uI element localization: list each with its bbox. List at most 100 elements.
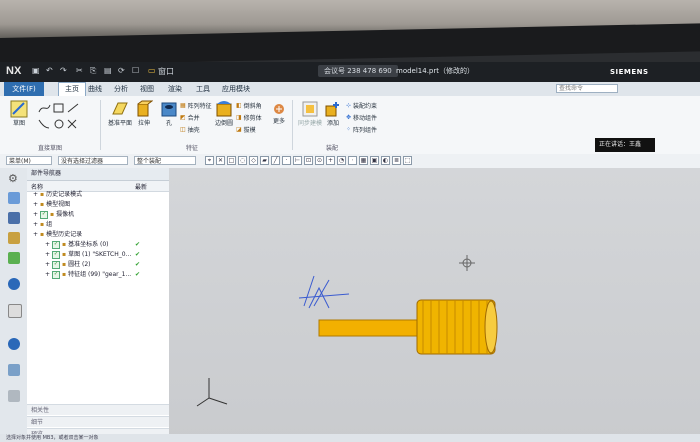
edge-blend-button[interactable]: 边倒圆 — [215, 100, 233, 127]
center-icon[interactable]: ⊙ — [315, 156, 324, 165]
curve-tools[interactable] — [38, 102, 88, 114]
pattern-feature-button[interactable]: ▦ 阵列特征 — [180, 101, 212, 110]
save-icon[interactable]: ▣ — [32, 66, 40, 75]
copy-icon[interactable]: ⎘ — [90, 66, 96, 76]
visibility-checkbox[interactable]: ✓ — [40, 210, 49, 219]
roles-icon[interactable] — [8, 390, 20, 402]
gear[interactable] — [416, 299, 498, 355]
control-point-icon[interactable]: ⊡ — [304, 156, 313, 165]
pattern-component-button[interactable]: ⁘ 阵列组件 — [346, 125, 377, 134]
command-search-input[interactable]: 查找命令 — [556, 84, 618, 93]
chamfer-button[interactable]: ◧ 倒斜角 — [236, 101, 262, 110]
redo-icon[interactable]: ↷ — [60, 66, 67, 75]
quadrant-icon[interactable]: ◔ — [337, 156, 346, 165]
tree-row[interactable]: + ✓ ▪ 基准坐标系 (0) ✔ — [27, 240, 169, 250]
tree-row[interactable]: + ✓ ▪ 草图 (1) "SKETCH_0... ✔ — [27, 250, 169, 260]
visibility-checkbox[interactable]: ✓ — [52, 250, 61, 259]
repeat-command-icon[interactable]: ⟳ — [118, 66, 125, 75]
layer-icon[interactable]: ≣ — [392, 156, 401, 165]
assembly-group-label: 装配 — [326, 145, 339, 152]
details-panel[interactable]: 细节 — [27, 416, 169, 427]
orient-icon[interactable]: ⬚ — [403, 156, 412, 165]
selection-scope-dropdown[interactable]: 整个装配 — [134, 156, 196, 165]
expand-icon[interactable]: + — [45, 251, 50, 258]
web-browser-icon[interactable] — [8, 278, 20, 290]
shaft[interactable] — [318, 319, 430, 337]
sketch-button[interactable]: 草图 — [10, 100, 28, 127]
expand-icon[interactable]: + — [33, 231, 38, 238]
draft-button[interactable]: ◪ 拔模 — [236, 125, 256, 134]
hole-button[interactable]: 孔 — [160, 100, 178, 127]
expand-icon[interactable]: + — [45, 271, 50, 278]
part-navigator-icon[interactable] — [8, 232, 20, 244]
face-icon[interactable]: ▰ — [260, 156, 269, 165]
visibility-checkbox[interactable]: ✓ — [52, 260, 61, 269]
window-label[interactable]: 窗口 — [158, 66, 174, 77]
add-component-button[interactable]: 添加 — [324, 100, 342, 127]
touch-mode-icon[interactable]: ☐ — [132, 66, 139, 75]
file-menu[interactable]: 文件(F) — [4, 82, 44, 96]
paste-icon[interactable]: ▤ — [104, 66, 112, 75]
expand-icon[interactable]: + — [33, 191, 38, 198]
cut-icon[interactable]: ✂ — [76, 66, 83, 75]
extrude-button[interactable]: 拉伸 — [135, 100, 153, 127]
assembly-constraint-button[interactable]: ⊹ 装配约束 — [346, 101, 377, 110]
datum-plane-button[interactable]: 基准平面 — [108, 100, 132, 127]
settings-icon[interactable]: ⚙ — [8, 172, 20, 185]
move-component-button[interactable]: ✥ 移动组件 — [346, 113, 377, 122]
point-icon[interactable]: ⋅ — [348, 156, 357, 165]
tab-analysis[interactable]: 分析 — [114, 84, 128, 94]
edge-icon[interactable]: ╱ — [271, 156, 280, 165]
tab-curve[interactable]: 曲线 — [88, 84, 102, 94]
render-style-icon[interactable]: ◐ — [381, 156, 390, 165]
endpoint-icon[interactable]: · — [282, 156, 291, 165]
clock-icon[interactable] — [8, 338, 20, 350]
rect-select-icon[interactable]: □ — [227, 156, 236, 165]
shell-button[interactable]: ◫ 抽壳 — [180, 125, 200, 134]
reuse-library-icon[interactable] — [8, 252, 20, 264]
constraint-navigator-icon[interactable] — [8, 212, 20, 224]
lasso-icon[interactable]: ◌ — [238, 156, 247, 165]
visibility-checkbox[interactable]: ✓ — [52, 240, 61, 249]
trim-body-button[interactable]: ◨ 修剪体 — [236, 113, 262, 122]
expand-icon[interactable]: + — [33, 221, 38, 228]
tab-applications[interactable]: 应用模块 — [222, 84, 250, 94]
tab-view[interactable]: 视图 — [140, 84, 154, 94]
graphics-window[interactable] — [169, 168, 700, 442]
tree-row[interactable]: + ✓ ▪ 摄像机 — [27, 210, 169, 220]
tab-home[interactable]: 主页 — [58, 82, 86, 96]
menu-dropdown[interactable]: 菜单(M) — [6, 156, 52, 165]
tab-render[interactable]: 渲染 — [168, 84, 182, 94]
view-icon[interactable]: ▣ — [370, 156, 379, 165]
selection-filter-dropdown[interactable]: 没有选择过滤器 — [58, 156, 128, 165]
expand-icon[interactable]: + — [33, 211, 38, 218]
window-icon[interactable]: ▭ — [148, 66, 156, 75]
midpoint-icon[interactable]: ⊢ — [293, 156, 302, 165]
feature-select-icon[interactable]: ◇ — [249, 156, 258, 165]
curve-tools-2[interactable] — [38, 118, 88, 130]
tab-tools[interactable]: 工具 — [196, 84, 210, 94]
assembly-navigator-icon[interactable] — [8, 192, 20, 204]
grid-icon[interactable]: ▦ — [359, 156, 368, 165]
tree-row[interactable]: + ▪ 模型视图 — [27, 200, 169, 210]
unite-button[interactable]: ◩ 合并 — [180, 113, 200, 122]
expand-icon[interactable]: + — [33, 201, 38, 208]
expand-icon[interactable]: + — [45, 261, 50, 268]
more-button[interactable]: 更多 — [272, 102, 286, 125]
synchronous-modeling-button[interactable]: 同步建模 — [298, 100, 322, 127]
process-studio-icon[interactable] — [8, 364, 20, 376]
expand-icon[interactable]: + — [45, 241, 50, 248]
tree-row[interactable]: + ✓ ▪ 特征组 (99) "gear_1... ✔ — [27, 270, 169, 280]
undo-icon[interactable]: ↶ — [46, 66, 53, 75]
select-icon[interactable]: ⌖ — [205, 156, 214, 165]
tree-row[interactable]: + ▪ 历史记录模式 — [27, 190, 169, 200]
tree-row[interactable]: + ▪ 模型历史记录 — [27, 230, 169, 240]
visibility-checkbox[interactable]: ✓ — [52, 270, 61, 279]
dependencies-panel[interactable]: 相关性 — [27, 404, 169, 415]
intersection-icon[interactable]: + — [326, 156, 335, 165]
resource-bar: ⚙ — [0, 168, 28, 442]
tree-row[interactable]: + ▪ 组 — [27, 220, 169, 230]
tree-row[interactable]: + ✓ ▪ 圆柱 (2) ✔ — [27, 260, 169, 270]
history-icon[interactable] — [8, 304, 22, 318]
deselect-icon[interactable]: ✕ — [216, 156, 225, 165]
